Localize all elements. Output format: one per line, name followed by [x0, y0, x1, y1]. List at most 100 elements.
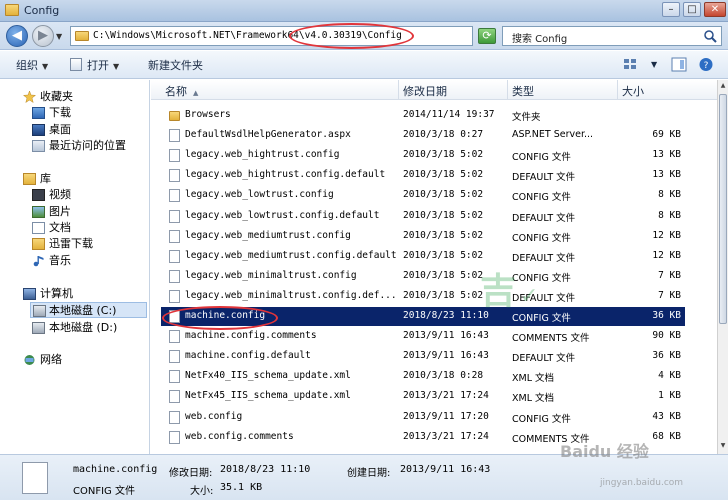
- file-size: 8 KB: [658, 189, 681, 201]
- file-name[interactable]: legacy.web_mediumtrust.config: [185, 230, 351, 241]
- column-name[interactable]: 名称 ▲: [165, 83, 198, 99]
- nav-item-documents[interactable]: 文档: [32, 220, 71, 236]
- nav-item-drive-d[interactable]: 本地磁盘 (D:): [32, 320, 117, 336]
- nav-item-videos[interactable]: 视频: [32, 187, 71, 203]
- file-type: DEFAULT 文件: [512, 353, 576, 365]
- file-name[interactable]: legacy.web_hightrust.config: [185, 149, 339, 160]
- recent-places-icon: [32, 140, 45, 152]
- file-date: 2013/9/11 16:43: [403, 350, 489, 362]
- file-name[interactable]: NetFx40_IIS_schema_update.xml: [185, 370, 351, 381]
- file-row[interactable]: legacy.web_lowtrust.config 2010/3/18 5:02…: [161, 186, 685, 205]
- video-icon: [32, 189, 45, 201]
- file-date: 2013/3/21 17:24: [403, 430, 489, 442]
- help-icon[interactable]: ?: [698, 57, 714, 72]
- nav-libraries[interactable]: 库: [23, 171, 51, 187]
- file-name[interactable]: legacy.web_mediumtrust.config.default: [185, 250, 397, 261]
- nav-item-downloads[interactable]: 下载: [32, 105, 71, 121]
- file-row[interactable]: Browsers 2014/11/14 19:37 文件夹: [161, 106, 685, 125]
- command-bar: 组织 ▼ 打开 ▼ 新建文件夹 ▼ ?: [0, 51, 728, 79]
- column-type[interactable]: 类型: [512, 83, 534, 99]
- column-date[interactable]: 修改日期: [403, 83, 447, 99]
- maximize-button[interactable]: □: [683, 2, 701, 17]
- vertical-scrollbar[interactable]: ▲ ▼: [717, 80, 728, 454]
- search-placeholder: 搜索 Config: [512, 34, 568, 45]
- file-date: 2010/3/18 5:02: [403, 269, 484, 281]
- scroll-thumb[interactable]: [719, 94, 727, 324]
- computer-icon: [23, 288, 36, 300]
- organize-button[interactable]: 组织 ▼: [16, 57, 48, 73]
- file-size: 43 KB: [652, 410, 681, 422]
- minimize-button[interactable]: –: [662, 2, 680, 17]
- column-size[interactable]: 大小: [622, 83, 644, 99]
- nav-favorites[interactable]: 收藏夹: [23, 89, 73, 105]
- open-icon: [70, 58, 82, 71]
- new-folder-button[interactable]: 新建文件夹: [148, 57, 203, 73]
- file-icon: [169, 289, 180, 303]
- nav-item-desktop[interactable]: 桌面: [32, 122, 71, 138]
- file-name[interactable]: machine.config: [185, 310, 265, 321]
- file-name[interactable]: legacy.web_hightrust.config.default: [185, 169, 385, 180]
- svg-text:?: ?: [704, 61, 709, 71]
- file-row[interactable]: legacy.web_minimaltrust.config 2010/3/18 …: [161, 267, 685, 286]
- file-size: 68 KB: [652, 430, 681, 442]
- file-row[interactable]: legacy.web_lowtrust.config.default 2010/3…: [161, 207, 685, 226]
- pictures-icon: [32, 206, 45, 218]
- file-name[interactable]: legacy.web_minimaltrust.config.def...: [185, 290, 397, 301]
- file-row[interactable]: legacy.web_hightrust.config 2010/3/18 5:0…: [161, 146, 685, 165]
- search-icon[interactable]: [703, 29, 717, 43]
- chevron-down-icon[interactable]: ▼: [56, 32, 62, 41]
- file-name[interactable]: NetFx45_IIS_schema_update.xml: [185, 390, 351, 401]
- file-name[interactable]: legacy.web_lowtrust.config: [185, 189, 334, 200]
- view-dropdown[interactable]: ▼: [651, 60, 657, 69]
- preview-pane-icon[interactable]: [671, 57, 687, 72]
- nav-item-music[interactable]: 音乐: [33, 253, 71, 269]
- documents-icon: [32, 222, 45, 234]
- file-row[interactable]: legacy.web_mediumtrust.config 2010/3/18 5…: [161, 227, 685, 246]
- file-row[interactable]: legacy.web_mediumtrust.config.default 201…: [161, 247, 685, 266]
- file-icon: [169, 310, 180, 323]
- close-button[interactable]: ✕: [704, 2, 726, 17]
- file-name[interactable]: machine.config.default: [185, 350, 311, 361]
- forward-button[interactable]: ▶: [32, 25, 54, 47]
- scroll-up-icon[interactable]: ▲: [719, 82, 727, 92]
- nav-item-drive-c[interactable]: 本地磁盘 (C:): [30, 302, 147, 318]
- file-name[interactable]: web.config.comments: [185, 431, 294, 442]
- view-options-icon[interactable]: [622, 57, 638, 72]
- file-size: 36 KB: [652, 350, 681, 362]
- search-input[interactable]: 搜索 Config: [502, 26, 722, 46]
- file-name[interactable]: machine.config.comments: [185, 330, 317, 341]
- nav-network[interactable]: 网络: [24, 352, 62, 368]
- file-row[interactable]: machine.config 2018/8/23 11:10 CONFIG 文件 36…: [161, 307, 685, 326]
- file-name[interactable]: legacy.web_lowtrust.config.default: [185, 210, 379, 221]
- file-icon: [169, 229, 180, 243]
- nav-item-pictures[interactable]: 图片: [32, 204, 71, 220]
- file-row[interactable]: legacy.web_hightrust.config.default 2010/…: [161, 166, 685, 185]
- open-button[interactable]: 打开 ▼: [87, 57, 119, 73]
- back-button[interactable]: ◀: [6, 25, 28, 47]
- drive-icon: [33, 305, 46, 317]
- download-folder-icon: [32, 107, 45, 119]
- nav-item-recent[interactable]: 最近访问的位置: [32, 138, 126, 154]
- file-icon: [169, 269, 180, 283]
- file-row[interactable]: NetFx40_IIS_schema_update.xml 2010/3/18 0…: [161, 367, 685, 386]
- watermark-brand: Baidu 经验: [560, 442, 649, 461]
- address-path[interactable]: C:\Windows\Microsoft.NET\Framework64\v4.…: [93, 30, 402, 41]
- refresh-button[interactable]: ⟳: [478, 28, 496, 44]
- file-name[interactable]: DefaultWsdlHelpGenerator.aspx: [185, 129, 351, 140]
- file-name[interactable]: web.config: [185, 411, 242, 422]
- file-name[interactable]: Browsers: [185, 109, 231, 120]
- nav-computer[interactable]: 计算机: [23, 286, 73, 302]
- file-size: 7 KB: [658, 269, 681, 281]
- file-size: 12 KB: [652, 229, 681, 241]
- file-row[interactable]: NetFx45_IIS_schema_update.xml 2013/3/21 1…: [161, 387, 685, 406]
- address-bar[interactable]: C:\Windows\Microsoft.NET\Framework64\v4.…: [70, 26, 539, 46]
- nav-item-thunder-downloads[interactable]: 迅雷下载: [32, 236, 93, 252]
- file-row[interactable]: web.config 2013/9/11 17:20 CONFIG 文件 43 KB: [161, 408, 685, 427]
- file-row[interactable]: machine.config.comments 2013/9/11 16:43 CO…: [161, 327, 685, 346]
- file-name[interactable]: legacy.web_minimaltrust.config: [185, 270, 357, 281]
- file-row[interactable]: machine.config.default 2013/9/11 16:43 DEF…: [161, 347, 685, 366]
- file-row[interactable]: DefaultWsdlHelpGenerator.aspx 2010/3/18 0…: [161, 126, 685, 145]
- desktop-icon: [32, 124, 45, 136]
- scroll-down-icon[interactable]: ▼: [719, 442, 727, 452]
- file-row[interactable]: legacy.web_minimaltrust.config.def... 201…: [161, 287, 685, 306]
